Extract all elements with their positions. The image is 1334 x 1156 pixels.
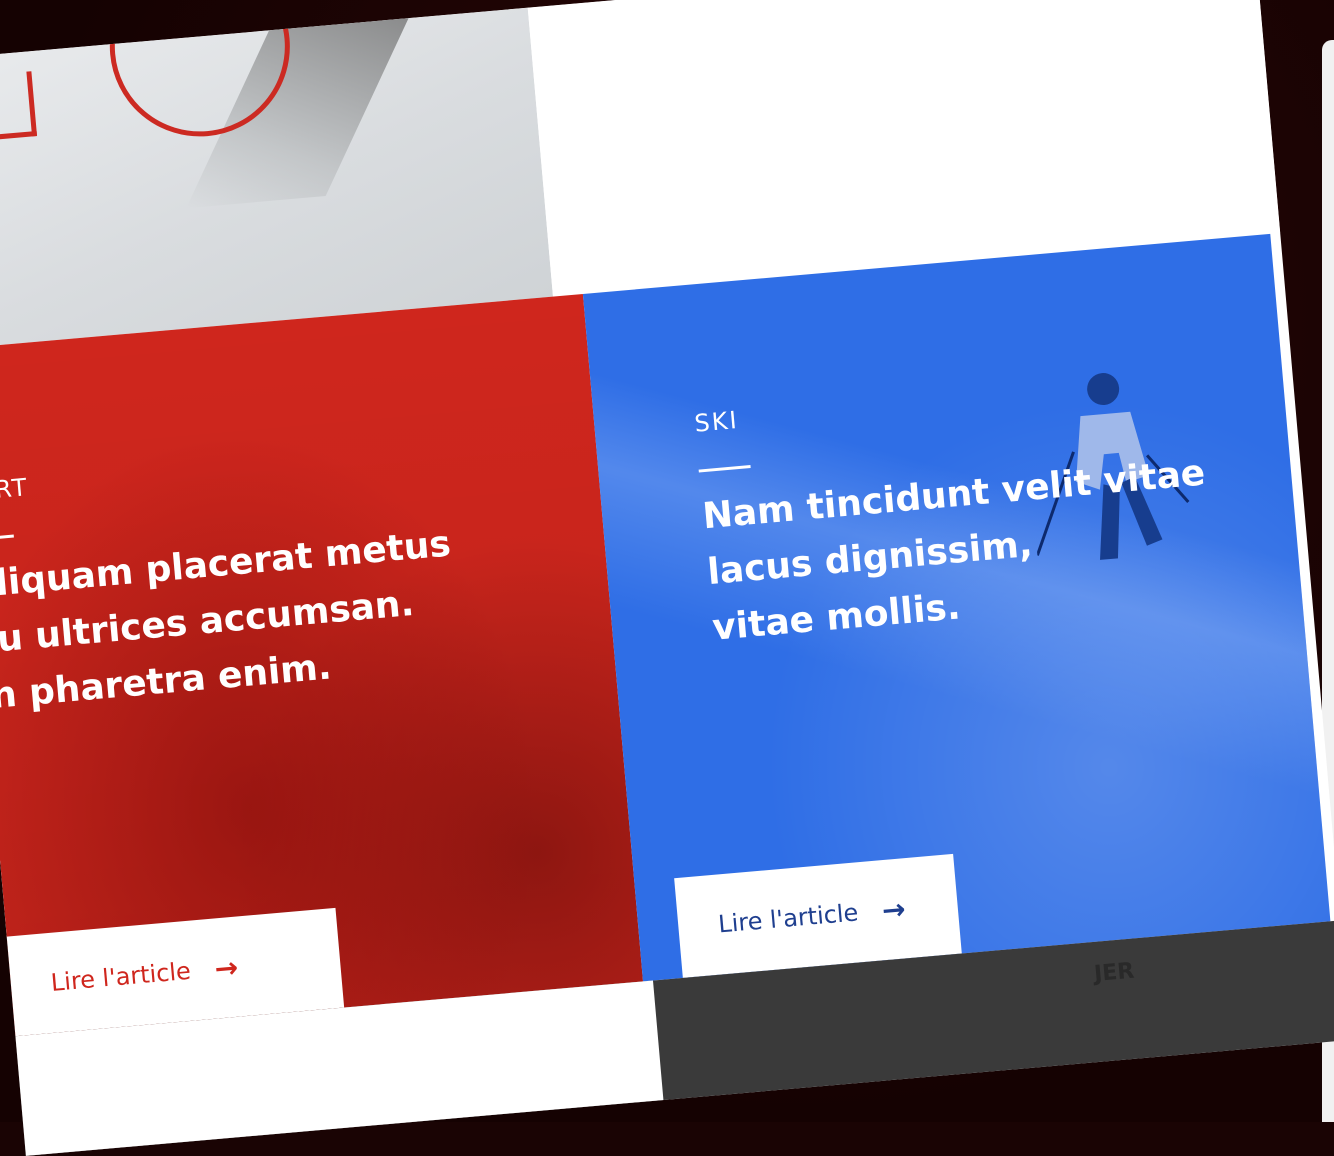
screen-stage: PORT Aliquam placerat metus eu ultrices … bbox=[0, 0, 1334, 1156]
card-category: SKI bbox=[693, 405, 740, 438]
article-card-sport[interactable]: PORT Aliquam placerat metus eu ultrices … bbox=[0, 293, 644, 1037]
website-screen: PORT Aliquam placerat metus eu ultrices … bbox=[0, 0, 1334, 1156]
red-frame-graphic bbox=[0, 71, 38, 147]
partial-logo: JER bbox=[1093, 958, 1136, 987]
hero-photo bbox=[0, 0, 553, 349]
article-card-ski[interactable]: SKI Nam tincidunt velit vitae lacus dign… bbox=[582, 233, 1331, 982]
cta-label: Lire l'article bbox=[717, 898, 860, 939]
arrow-right-icon: → bbox=[880, 891, 907, 927]
arrow-right-icon: → bbox=[213, 950, 240, 986]
cta-label: Lire l'article bbox=[49, 956, 192, 997]
